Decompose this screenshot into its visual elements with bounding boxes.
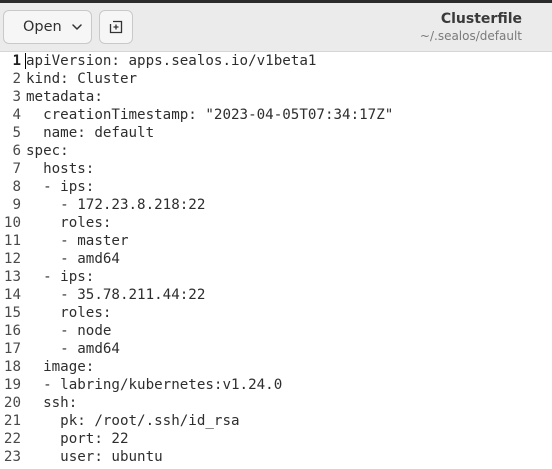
code-line[interactable]: 2 kind: Cluster (0, 70, 552, 88)
code-text: - amd64 (26, 251, 120, 267)
code-text: apiVersion: apps.sealos.io/v1beta1 (26, 53, 317, 69)
code-line[interactable]: 21 pk: /root/.ssh/id_rsa (0, 412, 552, 430)
line-number: 20 (3, 395, 21, 411)
new-tab-button[interactable] (99, 10, 133, 44)
new-tab-icon (109, 20, 123, 34)
code-line[interactable]: 22 port: 22 (0, 430, 552, 448)
code-line[interactable]: 23 user: ubuntu (0, 448, 552, 466)
code-text: image: (26, 359, 95, 375)
code-text: metadata: (26, 89, 103, 105)
line-number: 17 (3, 341, 21, 357)
text-cursor (25, 53, 26, 69)
open-button-label: Open (23, 19, 62, 35)
code-text: - 172.23.8.218:22 (26, 197, 206, 213)
line-number: 9 (12, 197, 21, 213)
code-text: - node (26, 323, 112, 339)
code-line[interactable]: 16 - node (0, 322, 552, 340)
open-button[interactable]: Open (3, 10, 92, 44)
code-line[interactable]: 20 ssh: (0, 394, 552, 412)
code-line[interactable]: 19 - labring/kubernetes:v1.24.0 (0, 376, 552, 394)
code-line[interactable]: 14 - 35.78.211.44:22 (0, 286, 552, 304)
code-line[interactable]: 1 apiVersion: apps.sealos.io/v1beta1 (0, 52, 552, 70)
code-line[interactable]: 18 image: (0, 358, 552, 376)
code-text: roles: (26, 215, 112, 231)
line-number: 18 (3, 359, 21, 375)
code-text: - amd64 (26, 341, 120, 357)
text-editor[interactable]: 1 apiVersion: apps.sealos.io/v1beta1 2 kind… (0, 52, 552, 469)
line-number: 11 (3, 233, 21, 249)
code-line[interactable]: 15 roles: (0, 304, 552, 322)
code-line[interactable]: 7 hosts: (0, 160, 552, 178)
code-text: name: default (26, 125, 155, 141)
code-line[interactable]: 3 metadata: (0, 88, 552, 106)
code-text: roles: (26, 305, 112, 321)
code-text: user: ubuntu (26, 449, 163, 465)
code-text: pk: /root/.ssh/id_rsa (26, 413, 240, 429)
line-number: 3 (12, 89, 21, 105)
code-text: ssh: (26, 395, 78, 411)
header-bar: Open Clusterfile ~/.sealos/default (0, 0, 552, 52)
line-number: 6 (12, 143, 21, 159)
code-line[interactable]: 17 - amd64 (0, 340, 552, 358)
code-text: spec: (26, 143, 69, 159)
window-subtitle: ~/.sealos/default (419, 29, 522, 43)
code-text: - ips: (26, 269, 95, 285)
code-text: - ips: (26, 179, 95, 195)
line-number: 2 (12, 71, 21, 87)
code-text: kind: Cluster (26, 71, 138, 87)
code-text: hosts: (26, 161, 95, 177)
line-number: 16 (3, 323, 21, 339)
code-line[interactable]: 11 - master (0, 232, 552, 250)
line-number: 19 (3, 377, 21, 393)
code-line[interactable]: 5 name: default (0, 124, 552, 142)
line-number: 1 (12, 53, 21, 69)
code-text: - 35.78.211.44:22 (26, 287, 206, 303)
code-text: - master (26, 233, 129, 249)
code-line[interactable]: 10 roles: (0, 214, 552, 232)
line-number: 8 (12, 179, 21, 195)
code-line[interactable]: 9 - 172.23.8.218:22 (0, 196, 552, 214)
code-line[interactable]: 13 - ips: (0, 268, 552, 286)
line-number: 12 (3, 251, 21, 267)
line-number: 22 (3, 431, 21, 447)
line-number: 13 (3, 269, 21, 285)
line-number: 4 (12, 107, 21, 123)
line-number: 10 (3, 215, 21, 231)
chevron-down-icon (72, 24, 82, 30)
code-text: creationTimestamp: "2023-04-05T07:34:17Z… (26, 107, 394, 123)
line-number: 7 (12, 161, 21, 177)
code-line[interactable]: 4 creationTimestamp: "2023-04-05T07:34:1… (0, 106, 552, 124)
window-title: Clusterfile (440, 11, 522, 27)
line-number: 15 (3, 305, 21, 321)
line-number: 21 (3, 413, 21, 429)
code-text: port: 22 (26, 431, 129, 447)
code-line[interactable]: 12 - amd64 (0, 250, 552, 268)
code-line[interactable]: 8 - ips: (0, 178, 552, 196)
line-number: 23 (3, 449, 21, 465)
code-line[interactable]: 6 spec: (0, 142, 552, 160)
code-text: - labring/kubernetes:v1.24.0 (26, 377, 283, 393)
line-number: 5 (12, 125, 21, 141)
line-number: 14 (3, 287, 21, 303)
